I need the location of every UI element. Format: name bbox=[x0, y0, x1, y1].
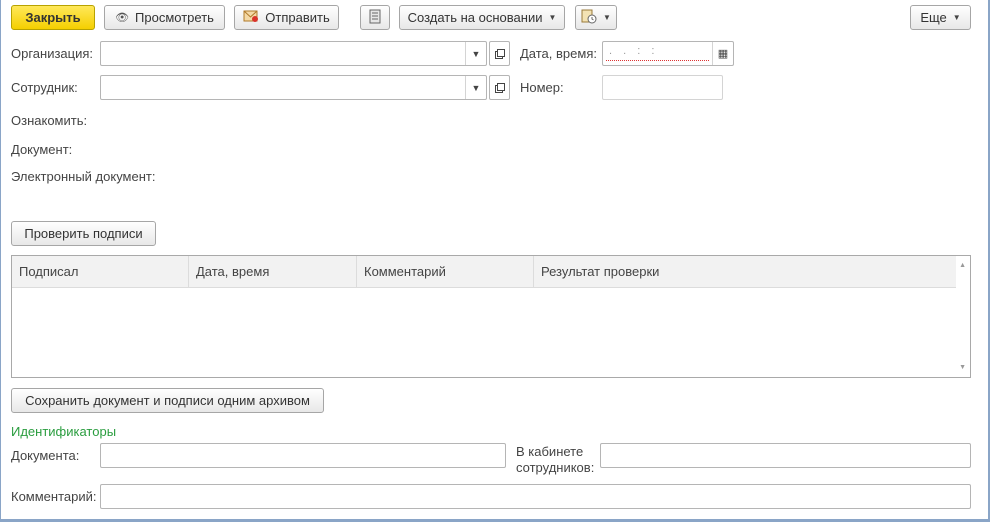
open-form-icon bbox=[494, 48, 505, 59]
cabinet-label-line1: В кабинете bbox=[516, 444, 584, 459]
eye-icon: 👁︎ bbox=[115, 12, 130, 24]
identifier-document-input[interactable] bbox=[100, 443, 506, 468]
cabinet-label-line2: сотрудников: bbox=[516, 460, 595, 475]
cabinet-identifier-input[interactable] bbox=[600, 443, 971, 468]
more-button[interactable]: Еще ▼ bbox=[910, 5, 971, 30]
chevron-down-icon: ▼ bbox=[952, 13, 961, 22]
more-button-label: Еще bbox=[920, 10, 947, 25]
send-button-label: Отправить bbox=[265, 10, 330, 25]
column-header-comment[interactable]: Комментарий bbox=[357, 256, 534, 287]
column-header-check-result[interactable]: Результат проверки bbox=[534, 256, 956, 287]
save-archive-label: Сохранить документ и подписи одним архив… bbox=[25, 393, 310, 408]
close-button[interactable]: Закрыть bbox=[11, 5, 95, 30]
chevron-down-icon: ▼ bbox=[548, 13, 557, 22]
send-envelope-icon bbox=[243, 9, 259, 26]
document-label: Документ: bbox=[11, 142, 73, 157]
window-frame-left bbox=[0, 0, 1, 522]
dropdown-arrow-icon[interactable]: ▼ bbox=[465, 42, 486, 65]
signatures-table-header: Подписал Дата, время Комментарий Результ… bbox=[12, 256, 956, 288]
identifier-document-label: Документа: bbox=[11, 448, 80, 463]
datetime-error-underline bbox=[606, 60, 709, 61]
employee-open-button[interactable] bbox=[489, 75, 510, 100]
number-label: Номер: bbox=[520, 80, 564, 95]
scroll-up-arrow-icon[interactable]: ▲ bbox=[959, 262, 966, 269]
check-signatures-label: Проверить подписи bbox=[24, 226, 143, 241]
open-form-icon bbox=[494, 82, 505, 93]
column-header-label: Подписал bbox=[19, 264, 79, 279]
organization-input[interactable]: ▼ bbox=[100, 41, 487, 66]
chevron-down-icon: ▼ bbox=[603, 13, 611, 22]
column-header-label: Дата, время bbox=[196, 264, 270, 279]
datetime-value: . . : : bbox=[609, 45, 659, 57]
number-input[interactable] bbox=[602, 75, 723, 100]
send-button[interactable]: Отправить bbox=[234, 5, 339, 30]
identifiers-section-title: Идентификаторы bbox=[11, 424, 117, 439]
familiarize-label: Ознакомить: bbox=[11, 113, 88, 128]
column-header-signed-by[interactable]: Подписал bbox=[12, 256, 189, 287]
employee-input[interactable]: ▼ bbox=[100, 75, 487, 100]
dropdown-arrow-icon[interactable]: ▼ bbox=[465, 76, 486, 99]
organization-open-button[interactable] bbox=[489, 41, 510, 66]
view-button-label: Просмотреть bbox=[135, 10, 214, 25]
column-header-datetime[interactable]: Дата, время bbox=[189, 256, 357, 287]
datetime-input[interactable]: . . : : ▦ bbox=[602, 41, 734, 66]
comment-input[interactable] bbox=[100, 484, 971, 509]
organization-label: Организация: bbox=[11, 46, 94, 61]
create-based-on-button[interactable]: Создать на основании ▼ bbox=[399, 5, 565, 30]
document-list-icon bbox=[369, 9, 381, 27]
scroll-down-arrow-icon[interactable]: ▼ bbox=[959, 364, 966, 371]
create-based-on-label: Создать на основании bbox=[407, 10, 543, 25]
report-clock-icon bbox=[581, 9, 597, 27]
save-archive-button[interactable]: Сохранить документ и подписи одним архив… bbox=[11, 388, 324, 413]
calendar-icon[interactable]: ▦ bbox=[712, 42, 733, 65]
document-list-button[interactable] bbox=[360, 5, 390, 30]
check-signatures-button[interactable]: Проверить подписи bbox=[11, 221, 156, 246]
signatures-table[interactable]: Подписал Дата, время Комментарий Результ… bbox=[11, 255, 971, 378]
comment-label: Комментарий: bbox=[11, 489, 97, 504]
report-dropdown-button[interactable]: ▼ bbox=[575, 5, 617, 30]
electronic-document-label: Электронный документ: bbox=[11, 169, 156, 184]
employee-label: Сотрудник: bbox=[11, 80, 78, 95]
close-button-label: Закрыть bbox=[25, 10, 81, 25]
datetime-label: Дата, время: bbox=[520, 46, 597, 61]
column-header-label: Комментарий bbox=[364, 264, 446, 279]
column-header-label: Результат проверки bbox=[541, 264, 660, 279]
view-button[interactable]: 👁︎ Просмотреть bbox=[104, 5, 225, 30]
